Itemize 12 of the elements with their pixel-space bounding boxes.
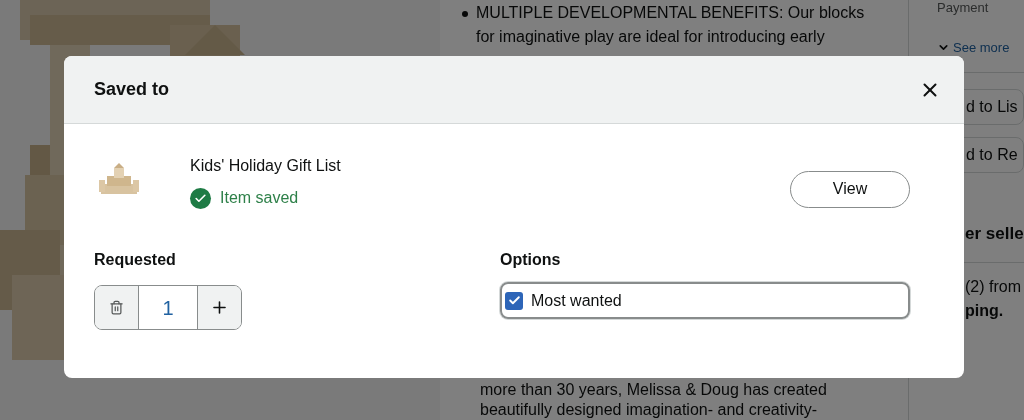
checkbox[interactable]: [505, 291, 523, 310]
option-checkbox-row[interactable]: Most wanted: [500, 282, 910, 319]
section-heading: er selle: [965, 222, 1024, 245]
bullet-icon: [462, 11, 468, 17]
check-icon: [507, 294, 521, 307]
view-button[interactable]: View: [790, 170, 910, 208]
description-text: more than 30 years, Melissa & Doug has created beautifully designed imagination- and creativity-: [480, 380, 828, 420]
option-label: Most wanted: [531, 290, 622, 311]
payment-label: Payment: [937, 0, 990, 16]
offer-text: (2) from ping.: [965, 277, 1022, 321]
options-label: Options: [500, 250, 562, 270]
bullet-text: MULTIPLE DEVELOPMENTAL BENEFITS: Our blocks for imaginative play are ideal for introducing early: [476, 3, 865, 47]
